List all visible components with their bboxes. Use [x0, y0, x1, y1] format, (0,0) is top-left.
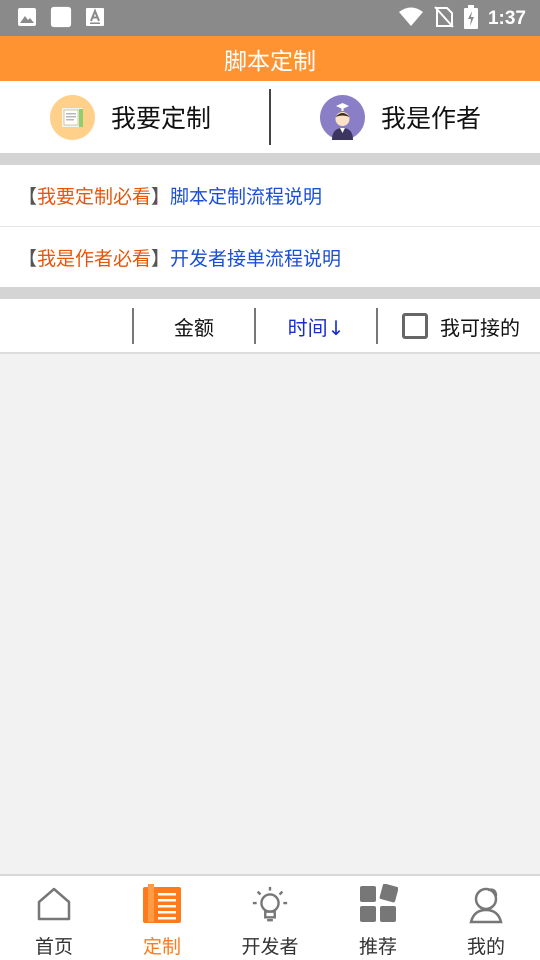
can-accept-filter[interactable]: 我可接的 [402, 299, 520, 353]
status-bar: 1:37 [0, 0, 540, 36]
nav-item-recommend[interactable]: 推荐 [324, 876, 432, 960]
page-title: 脚本定制 [224, 48, 316, 75]
notice-bracket-close: 】 [151, 186, 171, 208]
book-icon [142, 884, 182, 924]
sort-time-button[interactable]: 时间↓ [256, 299, 376, 353]
section-gap [0, 153, 540, 165]
order-list[interactable] [0, 356, 540, 874]
nav-label: 定制 [142, 936, 181, 958]
filter-divider [376, 308, 378, 344]
sort-amount-button[interactable]: 金额 [134, 299, 254, 353]
mode-author-label: 我是作者 [381, 104, 482, 133]
mode-author-button[interactable]: 我是作者 [320, 81, 481, 153]
notice-link-text: 开发者接单流程说明 [170, 248, 342, 270]
notice-bracket-open: 【 [18, 186, 38, 208]
nav-item-customize[interactable]: 定制 [108, 876, 216, 960]
title-bar: 脚本定制 [0, 36, 540, 81]
notice-tag: 我要定制必看 [37, 186, 152, 208]
nav-label: 推荐 [358, 936, 397, 958]
notice-link-text: 脚本定制流程说明 [170, 186, 323, 208]
notice-customize-guide-link[interactable]: 【 我要定制必看 】 脚本定制流程说明 [18, 165, 322, 226]
square-icon [50, 6, 72, 28]
filter-bar: 金额 时间↓ 我可接的 [0, 299, 540, 354]
notice-author-guide-link[interactable]: 【 我是作者必看 】 开发者接单流程说明 [18, 227, 341, 288]
bottom-nav: 首页 定制 开发者 推荐 我的 [0, 874, 540, 960]
notice-bracket-open: 【 [18, 248, 38, 270]
section-gap [0, 287, 540, 299]
font-icon [84, 6, 106, 28]
can-accept-label: 我可接的 [440, 315, 520, 340]
status-bar-notifications [16, 6, 106, 28]
home-icon [34, 884, 74, 924]
notice-list: 【 我要定制必看 】 脚本定制流程说明 【 我是作者必看 】 开发者接单流程说明 [0, 165, 540, 287]
status-bar-system: 1:37 [398, 5, 526, 33]
mode-divider [269, 89, 271, 145]
apps-icon [358, 884, 398, 924]
nav-label: 我的 [466, 936, 505, 958]
notice-bracket-close: 】 [151, 248, 171, 270]
no-sim-icon [434, 6, 454, 32]
status-time: 1:37 [487, 8, 526, 29]
customize-icon [50, 94, 95, 140]
nav-item-home[interactable]: 首页 [0, 876, 108, 960]
wifi-icon [398, 7, 424, 31]
mode-switch: 我要定制 我是作者 [0, 81, 540, 153]
nav-label: 开发者 [241, 936, 299, 958]
lightbulb-icon [250, 884, 290, 924]
profile-icon [466, 884, 506, 924]
nav-item-mine[interactable]: 我的 [432, 876, 540, 960]
image-icon [16, 6, 38, 28]
mode-customize-label: 我要定制 [111, 104, 212, 133]
nav-label: 首页 [34, 936, 73, 958]
nav-item-developer[interactable]: 开发者 [216, 876, 324, 960]
can-accept-checkbox[interactable] [402, 313, 428, 339]
author-avatar-icon [320, 94, 365, 140]
notice-tag: 我是作者必看 [37, 248, 152, 270]
mode-customize-button[interactable]: 我要定制 [50, 81, 211, 153]
battery-charging-icon [463, 5, 478, 33]
